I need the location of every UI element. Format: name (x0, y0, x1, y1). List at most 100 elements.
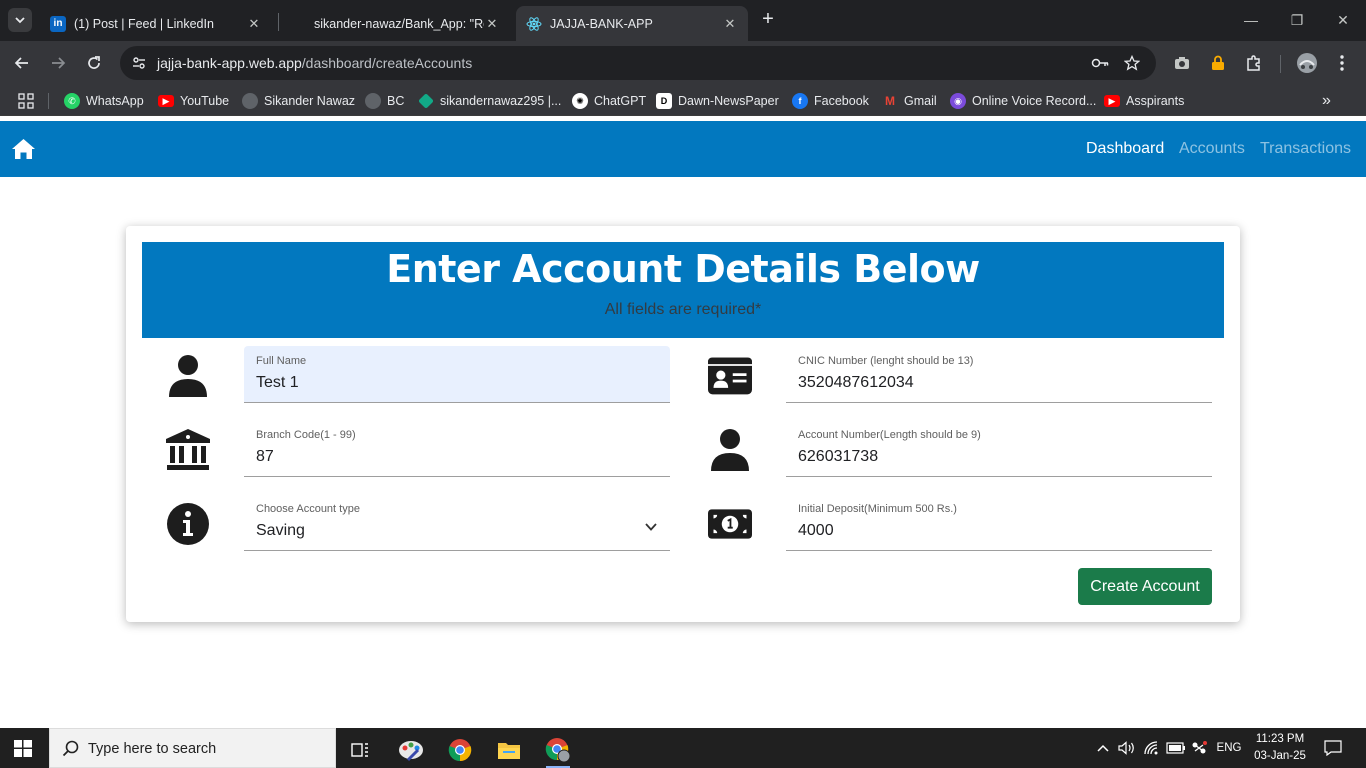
show-hidden-icons-icon[interactable] (1094, 738, 1112, 758)
home-icon[interactable] (11, 138, 36, 160)
tab-jajja-bank-app[interactable]: JAJJA-BANK-APP ✕ (516, 6, 748, 41)
account-number-value[interactable]: 626031738 (798, 448, 878, 466)
bookmark-youtube[interactable]: ▶ YouTube (158, 91, 229, 111)
full-name-field[interactable]: Full Name Test 1 (244, 346, 670, 403)
bookmark-label: ChatGPT (594, 94, 647, 108)
bookmark-star-icon[interactable] (1122, 53, 1142, 73)
password-key-icon[interactable] (1090, 53, 1110, 73)
initial-deposit-field[interactable]: Initial Deposit(Minimum 500 Rs.) 4000 (786, 494, 1212, 551)
voice-recorder-icon: ◉ (950, 93, 966, 109)
account-type-select[interactable]: Choose Account type Saving (244, 494, 670, 551)
tab-linkedin[interactable]: in (1) Post | Feed | LinkedIn ✕ (40, 6, 272, 41)
bookmark-asspirants[interactable]: ▶ Asspirants (1104, 91, 1184, 111)
bookmark-gmail[interactable]: M Gmail (882, 91, 937, 111)
chrome-profile-app-icon[interactable] (538, 732, 578, 768)
bookmark-whatsapp[interactable]: ✆ WhatsApp (64, 91, 144, 111)
url-text[interactable]: jajja-bank-app.web.app/dashboard/createA… (157, 55, 472, 71)
clock-time: 11:23 PM (1255, 733, 1305, 745)
close-tab-icon[interactable]: ✕ (246, 16, 262, 32)
id-card-icon (708, 354, 752, 398)
paint-app-icon[interactable] (391, 732, 431, 768)
taskbar-search-placeholder: Type here to search (88, 741, 217, 757)
initial-deposit-value[interactable]: 4000 (798, 522, 834, 540)
task-view-icon[interactable] (340, 732, 380, 768)
file-explorer-icon[interactable] (489, 732, 529, 768)
notifications-icon[interactable] (1322, 738, 1344, 758)
account-number-field[interactable]: Account Number(Length should be 9) 62603… (786, 420, 1212, 477)
facebook-icon: f (792, 93, 808, 109)
form-subtitle: All fields are required* (604, 301, 762, 318)
bookmark-sikandernawaz295[interactable]: sikandernawaz295 |... (418, 91, 561, 111)
branch-code-field[interactable]: Branch Code(1 - 99) 87 (244, 420, 670, 477)
tab-title: (1) Post | Feed | LinkedIn (74, 16, 214, 31)
user-icon (166, 354, 210, 398)
volume-icon[interactable] (1117, 738, 1137, 758)
windows-start-icon[interactable] (14, 740, 32, 757)
back-button[interactable] (9, 50, 35, 76)
network-sharing-icon[interactable] (1189, 738, 1209, 758)
bank-building-icon (166, 428, 210, 472)
bookmark-label: Gmail (904, 94, 937, 108)
system-clock[interactable]: 11:23 PM 03-Jan-25 (1248, 731, 1312, 765)
battery-icon[interactable] (1165, 738, 1187, 758)
tab-title: sikander-nawaz/Bank_App: "React (314, 16, 484, 31)
full-name-value[interactable]: Test 1 (256, 374, 299, 392)
full-name-label: Full Name (256, 355, 307, 367)
forward-button[interactable] (45, 50, 71, 76)
more-bookmarks-icon[interactable]: » (1322, 91, 1331, 111)
minimize-window-icon[interactable]: — (1236, 8, 1266, 32)
wifi-icon[interactable] (1142, 738, 1162, 758)
diamond-icon (418, 93, 434, 109)
close-tab-icon[interactable]: ✕ (722, 16, 738, 32)
chevron-down-icon (15, 17, 25, 24)
language-indicator[interactable]: ENG (1214, 738, 1244, 758)
bookmark-voice-recorder[interactable]: ◉ Online Voice Record... (950, 91, 1096, 111)
browser-menu-icon[interactable] (1331, 52, 1353, 74)
cnic-number-field[interactable]: CNIC Number (lenght should be 13) 352048… (786, 346, 1212, 403)
address-bar[interactable]: jajja-bank-app.web.app/dashboard/createA… (120, 46, 1156, 80)
taskbar-search-box[interactable]: Type here to search (49, 728, 336, 768)
apps-grid-icon[interactable] (18, 91, 34, 111)
cnic-number-value[interactable]: 3520487612034 (798, 374, 914, 392)
create-account-button[interactable]: Create Account (1078, 568, 1212, 605)
url-path: /dashboard/createAccounts (301, 55, 473, 71)
site-info-icon[interactable] (128, 52, 150, 74)
whatsapp-icon: ✆ (64, 93, 80, 109)
lock-extension-icon[interactable] (1207, 52, 1229, 74)
card-header: Enter Account Details Below All fields a… (142, 242, 1224, 338)
extensions-puzzle-icon[interactable] (1243, 52, 1265, 74)
bookmark-label: Online Voice Record... (972, 94, 1097, 108)
screenshot-extension-icon[interactable] (1171, 52, 1193, 74)
nav-accounts-link[interactable]: Accounts (1179, 140, 1245, 158)
chevron-down-icon[interactable] (644, 520, 658, 534)
bookmark-dawn[interactable]: D Dawn-NewsPaper (656, 91, 779, 111)
bookmark-facebook[interactable]: f Facebook (792, 91, 869, 111)
bookmark-label: YouTube (180, 94, 230, 108)
new-tab-button[interactable]: + (758, 9, 778, 30)
nav-transactions-link[interactable]: Transactions (1260, 140, 1351, 158)
close-window-icon[interactable]: ✕ (1328, 8, 1358, 32)
profile-avatar-icon[interactable] (1296, 52, 1318, 74)
tab-search-button[interactable] (8, 8, 32, 32)
close-tab-icon[interactable]: ✕ (484, 16, 500, 32)
account-holder-icon (708, 428, 752, 472)
branch-code-value[interactable]: 87 (256, 448, 274, 466)
bookmark-bc[interactable]: BC (365, 91, 404, 111)
reload-button[interactable] (81, 50, 107, 76)
restore-window-icon[interactable]: ❐ (1282, 8, 1312, 32)
bookmark-label: WhatsApp (86, 94, 144, 108)
branch-code-label: Branch Code(1 - 99) (256, 429, 356, 441)
github-icon (290, 16, 306, 32)
nav-dashboard-link[interactable]: Dashboard (1086, 140, 1164, 158)
chrome-app-icon[interactable] (440, 732, 480, 768)
cnic-number-label: CNIC Number (lenght should be 13) (798, 355, 974, 367)
bookmark-sikander-nawaz[interactable]: Sikander Nawaz (242, 91, 355, 111)
bookmark-label: sikandernawaz295 |... (440, 94, 562, 108)
browser-tab-bar: in (1) Post | Feed | LinkedIn ✕ sikander… (0, 0, 1366, 41)
bookmarks-bar: ✆ WhatsApp ▶ YouTube Sikander Nawaz BC sik… (0, 85, 1366, 116)
react-icon (526, 16, 542, 32)
bookmark-label: Dawn-NewsPaper (678, 94, 779, 108)
bookmark-chatgpt[interactable]: ✺ ChatGPT (572, 91, 646, 111)
account-type-value[interactable]: Saving (256, 522, 305, 540)
tab-github[interactable]: sikander-nawaz/Bank_App: "React ✕ (280, 6, 510, 41)
